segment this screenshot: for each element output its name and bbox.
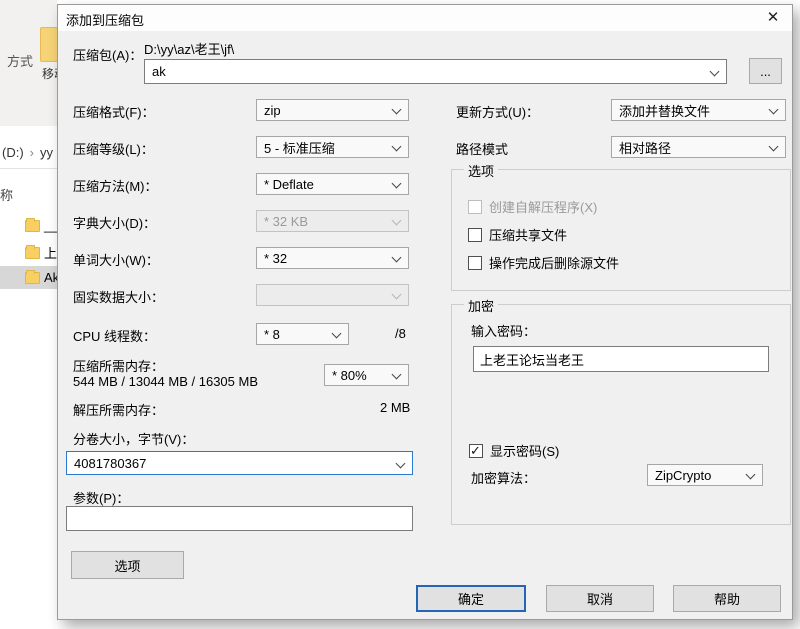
compress-shared-label: 压缩共享文件 — [489, 225, 567, 244]
method-dropdown[interactable]: * Deflate — [256, 173, 409, 195]
ok-button-label: 确定 — [458, 589, 484, 608]
archive-path: D:\yy\az\老王\jf\ — [144, 39, 234, 58]
chevron-down-icon[interactable] — [392, 179, 402, 189]
chevron-down-icon[interactable] — [392, 105, 402, 115]
parameters-input[interactable] — [66, 506, 413, 531]
update-mode-dropdown[interactable]: 添加并替换文件 — [611, 99, 786, 121]
folder-icon — [25, 220, 40, 232]
add-to-archive-dialog: 添加到压缩包 ✕ 压缩包(A)： D:\yy\az\老王\jf\ ak ... … — [57, 4, 793, 620]
volume-size-value: 4081780367 — [74, 456, 146, 471]
solid-size-dropdown — [256, 284, 409, 306]
options-button-label: 选项 — [114, 556, 140, 575]
chevron-down-icon[interactable] — [710, 67, 720, 77]
method-value: * Deflate — [264, 177, 314, 192]
show-password-label: 显示密码(S) — [490, 441, 559, 460]
show-password-checkbox[interactable]: 显示密码(S) — [469, 441, 559, 460]
create-sfx-label: 创建自解压程序(X) — [489, 197, 597, 216]
dictionary-dropdown: * 32 KB — [256, 210, 409, 232]
volume-size-label: 分卷大小，字节(V)： — [73, 429, 194, 448]
chevron-down-icon[interactable] — [396, 459, 406, 469]
archive-label: 压缩包(A)： — [73, 45, 142, 64]
memory-decompress-value: 2 MB — [380, 400, 410, 415]
method-label: 压缩方法(M)： — [73, 176, 158, 195]
chevron-down-icon[interactable] — [769, 142, 779, 152]
browse-label: ... — [760, 64, 771, 79]
solid-size-label: 固实数据大小： — [73, 287, 164, 306]
checkbox-icon[interactable] — [468, 228, 482, 242]
level-dropdown[interactable]: 5 - 标准压缩 — [256, 136, 409, 158]
folder-icon — [25, 247, 40, 259]
chevron-down-icon — [392, 216, 402, 226]
close-icon[interactable]: ✕ — [756, 7, 790, 28]
archive-name-combobox[interactable]: ak — [144, 59, 727, 84]
memory-compress-detail: 544 MB / 13044 MB / 16305 MB — [73, 374, 258, 389]
checkbox-icon[interactable] — [468, 256, 482, 270]
create-sfx-checkbox: 创建自解压程序(X) — [468, 197, 597, 216]
breadcrumb-drive[interactable]: (D:) — [2, 145, 24, 160]
encryption-group-title: 加密 — [464, 296, 498, 315]
cpu-threads-label: CPU 线程数： — [73, 326, 156, 345]
word-size-label: 单词大小(W)： — [73, 250, 159, 269]
level-label: 压缩等级(L)： — [73, 139, 154, 158]
chevron-down-icon — [392, 290, 402, 300]
title-bar — [58, 5, 792, 31]
password-input[interactable] — [473, 346, 769, 372]
path-mode-value: 相对路径 — [619, 138, 671, 157]
delete-after-checkbox[interactable]: 操作完成后删除源文件 — [468, 253, 619, 272]
encryption-method-value: ZipCrypto — [655, 468, 711, 483]
help-button-label: 帮助 — [714, 589, 740, 608]
options-group-title: 选项 — [464, 161, 498, 180]
word-size-dropdown[interactable]: * 32 — [256, 247, 409, 269]
cancel-button[interactable]: 取消 — [546, 585, 654, 612]
folder-icon — [25, 272, 40, 284]
breadcrumb-folder[interactable]: yy — [40, 145, 53, 160]
cpu-threads-dropdown[interactable]: * 8 — [256, 323, 349, 345]
volume-size-combobox[interactable]: 4081780367 — [66, 451, 413, 475]
update-mode-label: 更新方式(U)： — [456, 102, 539, 121]
cpu-threads-value: * 8 — [264, 327, 280, 342]
chevron-down-icon[interactable] — [392, 142, 402, 152]
ribbon-label: 方式 — [7, 51, 33, 70]
level-value: 5 - 标准压缩 — [264, 138, 335, 157]
chevron-down-icon[interactable] — [746, 470, 756, 480]
password-label: 输入密码： — [471, 321, 536, 340]
checkbox-icon — [468, 200, 482, 214]
format-value: zip — [264, 103, 281, 118]
delete-after-label: 操作完成后删除源文件 — [489, 253, 619, 272]
breadcrumb[interactable]: (D:) › yy — [0, 139, 57, 165]
checkbox-checked-icon[interactable] — [469, 444, 483, 458]
archive-name-value: ak — [152, 64, 166, 79]
memory-usage-value: * 80% — [332, 368, 367, 383]
browse-button[interactable]: ... — [749, 58, 782, 84]
cancel-button-label: 取消 — [587, 589, 613, 608]
path-mode-dropdown[interactable]: 相对路径 — [611, 136, 786, 158]
options-button[interactable]: 选项 — [71, 551, 184, 579]
compress-shared-checkbox[interactable]: 压缩共享文件 — [468, 225, 567, 244]
chevron-down-icon[interactable] — [769, 105, 779, 115]
chevron-down-icon[interactable] — [332, 329, 342, 339]
memory-usage-dropdown[interactable]: * 80% — [324, 364, 409, 386]
path-mode-label: 路径模式 — [456, 139, 508, 158]
memory-decompress-label: 解压所需内存： — [73, 400, 164, 419]
word-size-value: * 32 — [264, 251, 287, 266]
encryption-method-dropdown[interactable]: ZipCrypto — [647, 464, 763, 486]
dialog-title: 添加到压缩包 — [66, 10, 144, 29]
help-button[interactable]: 帮助 — [673, 585, 781, 612]
cpu-threads-max: /8 — [395, 326, 406, 341]
name-column-header[interactable]: 名称 — [0, 185, 13, 204]
memory-compress-label: 压缩所需内存： — [73, 356, 164, 375]
dictionary-label: 字典大小(D)： — [73, 213, 156, 232]
update-mode-value: 添加并替换文件 — [619, 101, 710, 120]
chevron-down-icon[interactable] — [392, 370, 402, 380]
breadcrumb-chevron-icon: › — [30, 145, 34, 160]
ok-button[interactable]: 确定 — [416, 585, 526, 612]
encryption-method-label: 加密算法： — [471, 468, 536, 487]
format-dropdown[interactable]: zip — [256, 99, 409, 121]
format-label: 压缩格式(F)： — [73, 102, 155, 121]
chevron-down-icon[interactable] — [392, 253, 402, 263]
dictionary-value: * 32 KB — [264, 214, 308, 229]
move-to-icon[interactable] — [40, 27, 58, 62]
divider — [0, 168, 57, 169]
parameters-label: 参数(P)： — [73, 488, 129, 507]
